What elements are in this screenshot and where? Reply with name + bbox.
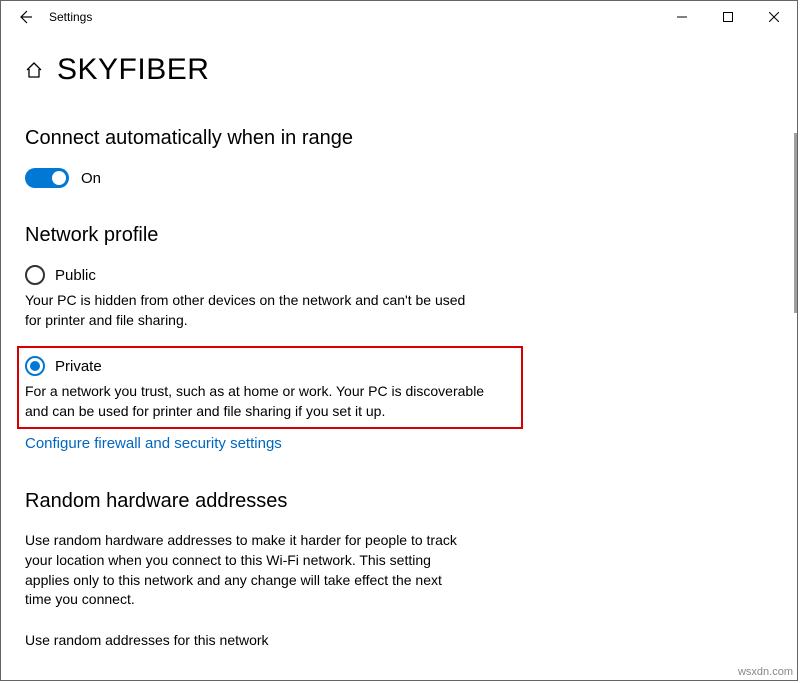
auto-connect-heading: Connect automatically when in range bbox=[25, 127, 773, 150]
radio-public-description: Your PC is hidden from other devices on … bbox=[25, 291, 485, 330]
random-hw-heading: Random hardware addresses bbox=[25, 490, 773, 513]
network-profile-private[interactable]: Private bbox=[25, 356, 515, 376]
network-profile-heading: Network profile bbox=[25, 224, 773, 247]
radio-private-label: Private bbox=[55, 358, 102, 375]
page-header: SKYFIBER bbox=[25, 53, 773, 87]
scrollbar[interactable] bbox=[794, 133, 797, 313]
minimize-icon bbox=[677, 12, 687, 22]
auto-connect-toggle[interactable] bbox=[25, 168, 69, 188]
auto-connect-state: On bbox=[81, 170, 101, 187]
settings-window: Settings SKYFIBER Connect automatically … bbox=[0, 0, 798, 681]
radio-public-label: Public bbox=[55, 267, 96, 284]
minimize-button[interactable] bbox=[659, 1, 705, 33]
radio-private[interactable] bbox=[25, 356, 45, 376]
configure-firewall-link[interactable]: Configure firewall and security settings bbox=[25, 435, 282, 452]
radio-public[interactable] bbox=[25, 265, 45, 285]
maximize-button[interactable] bbox=[705, 1, 751, 33]
window-title: Settings bbox=[49, 10, 92, 24]
back-button[interactable] bbox=[5, 1, 45, 33]
watermark: wsxdn.com bbox=[736, 666, 795, 678]
close-button[interactable] bbox=[751, 1, 797, 33]
home-icon[interactable] bbox=[25, 61, 43, 79]
random-hw-field-label: Use random addresses for this network bbox=[25, 632, 773, 648]
network-profile-public[interactable]: Public bbox=[25, 265, 773, 285]
titlebar: Settings bbox=[1, 1, 797, 33]
window-controls bbox=[659, 1, 797, 33]
maximize-icon bbox=[723, 12, 733, 22]
radio-private-description: For a network you trust, such as at home… bbox=[25, 382, 485, 421]
random-hw-description: Use random hardware addresses to make it… bbox=[25, 531, 465, 609]
back-arrow-icon bbox=[17, 9, 33, 25]
private-highlight-box: Private For a network you trust, such as… bbox=[17, 346, 523, 429]
auto-connect-toggle-row: On bbox=[25, 168, 773, 188]
page-title: SKYFIBER bbox=[57, 53, 209, 87]
page-content: SKYFIBER Connect automatically when in r… bbox=[1, 33, 797, 680]
close-icon bbox=[769, 12, 779, 22]
